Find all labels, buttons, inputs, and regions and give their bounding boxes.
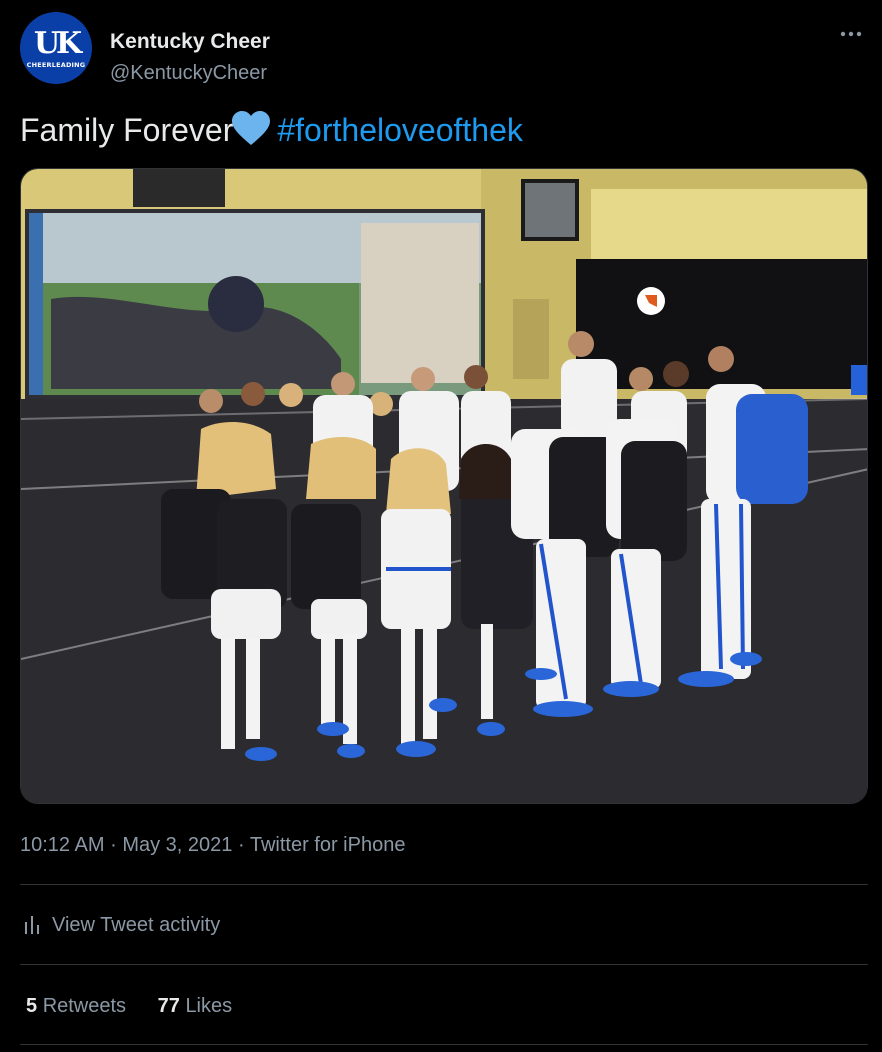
tweet-source[interactable]: Twitter for iPhone [250,834,406,856]
likes-label: Likes [185,995,233,1017]
tweet-metadata: 10:12 AM · May 3, 2021 · Twitter for iPh… [20,832,405,858]
retweets-stat[interactable]: 5 Retweets [26,995,126,1017]
tweet-time[interactable]: 10:12 AM [20,834,105,856]
tweet-body: Family Forever [20,112,234,148]
tweet-date[interactable]: May 3, 2021 [122,834,232,856]
divider [20,884,868,885]
avatar[interactable]: UK CHEERLEADING [20,12,92,84]
likes-count: 77 [157,995,180,1017]
activity-label: View Tweet activity [52,914,221,936]
retweets-label: Retweets [42,995,127,1017]
likes-stat[interactable]: 77 Likes [158,995,233,1017]
blue-heart-icon [231,111,271,156]
tweet-photo[interactable] [20,168,868,804]
divider [20,964,868,965]
team-huddle-photo [21,169,867,803]
meta-separator: · [110,834,117,856]
tweet-stats: 5 Retweets 77 Likes [26,993,258,1019]
retweets-count: 5 [26,995,38,1017]
divider [20,1044,868,1045]
meta-separator: · [237,834,245,856]
avatar-logo-subtext: CHEERLEADING [26,61,86,69]
display-name[interactable]: Kentucky Cheer [110,30,270,54]
view-tweet-activity[interactable]: View Tweet activity [24,912,220,938]
tweet-text: Family Forever #fortheloveofthek [20,110,523,156]
more-horizontal-icon[interactable] [840,24,862,37]
tweet-detail: UK CHEERLEADING Kentucky Cheer @Kentucky… [0,0,882,1052]
user-handle[interactable]: @KentuckyCheer [110,61,267,85]
avatar-logo-text: UK [33,26,82,61]
bar-chart-icon [24,914,42,936]
tweet-header: UK CHEERLEADING Kentucky Cheer @Kentucky… [20,12,862,84]
hashtag-link[interactable]: #fortheloveofthek [277,112,523,148]
